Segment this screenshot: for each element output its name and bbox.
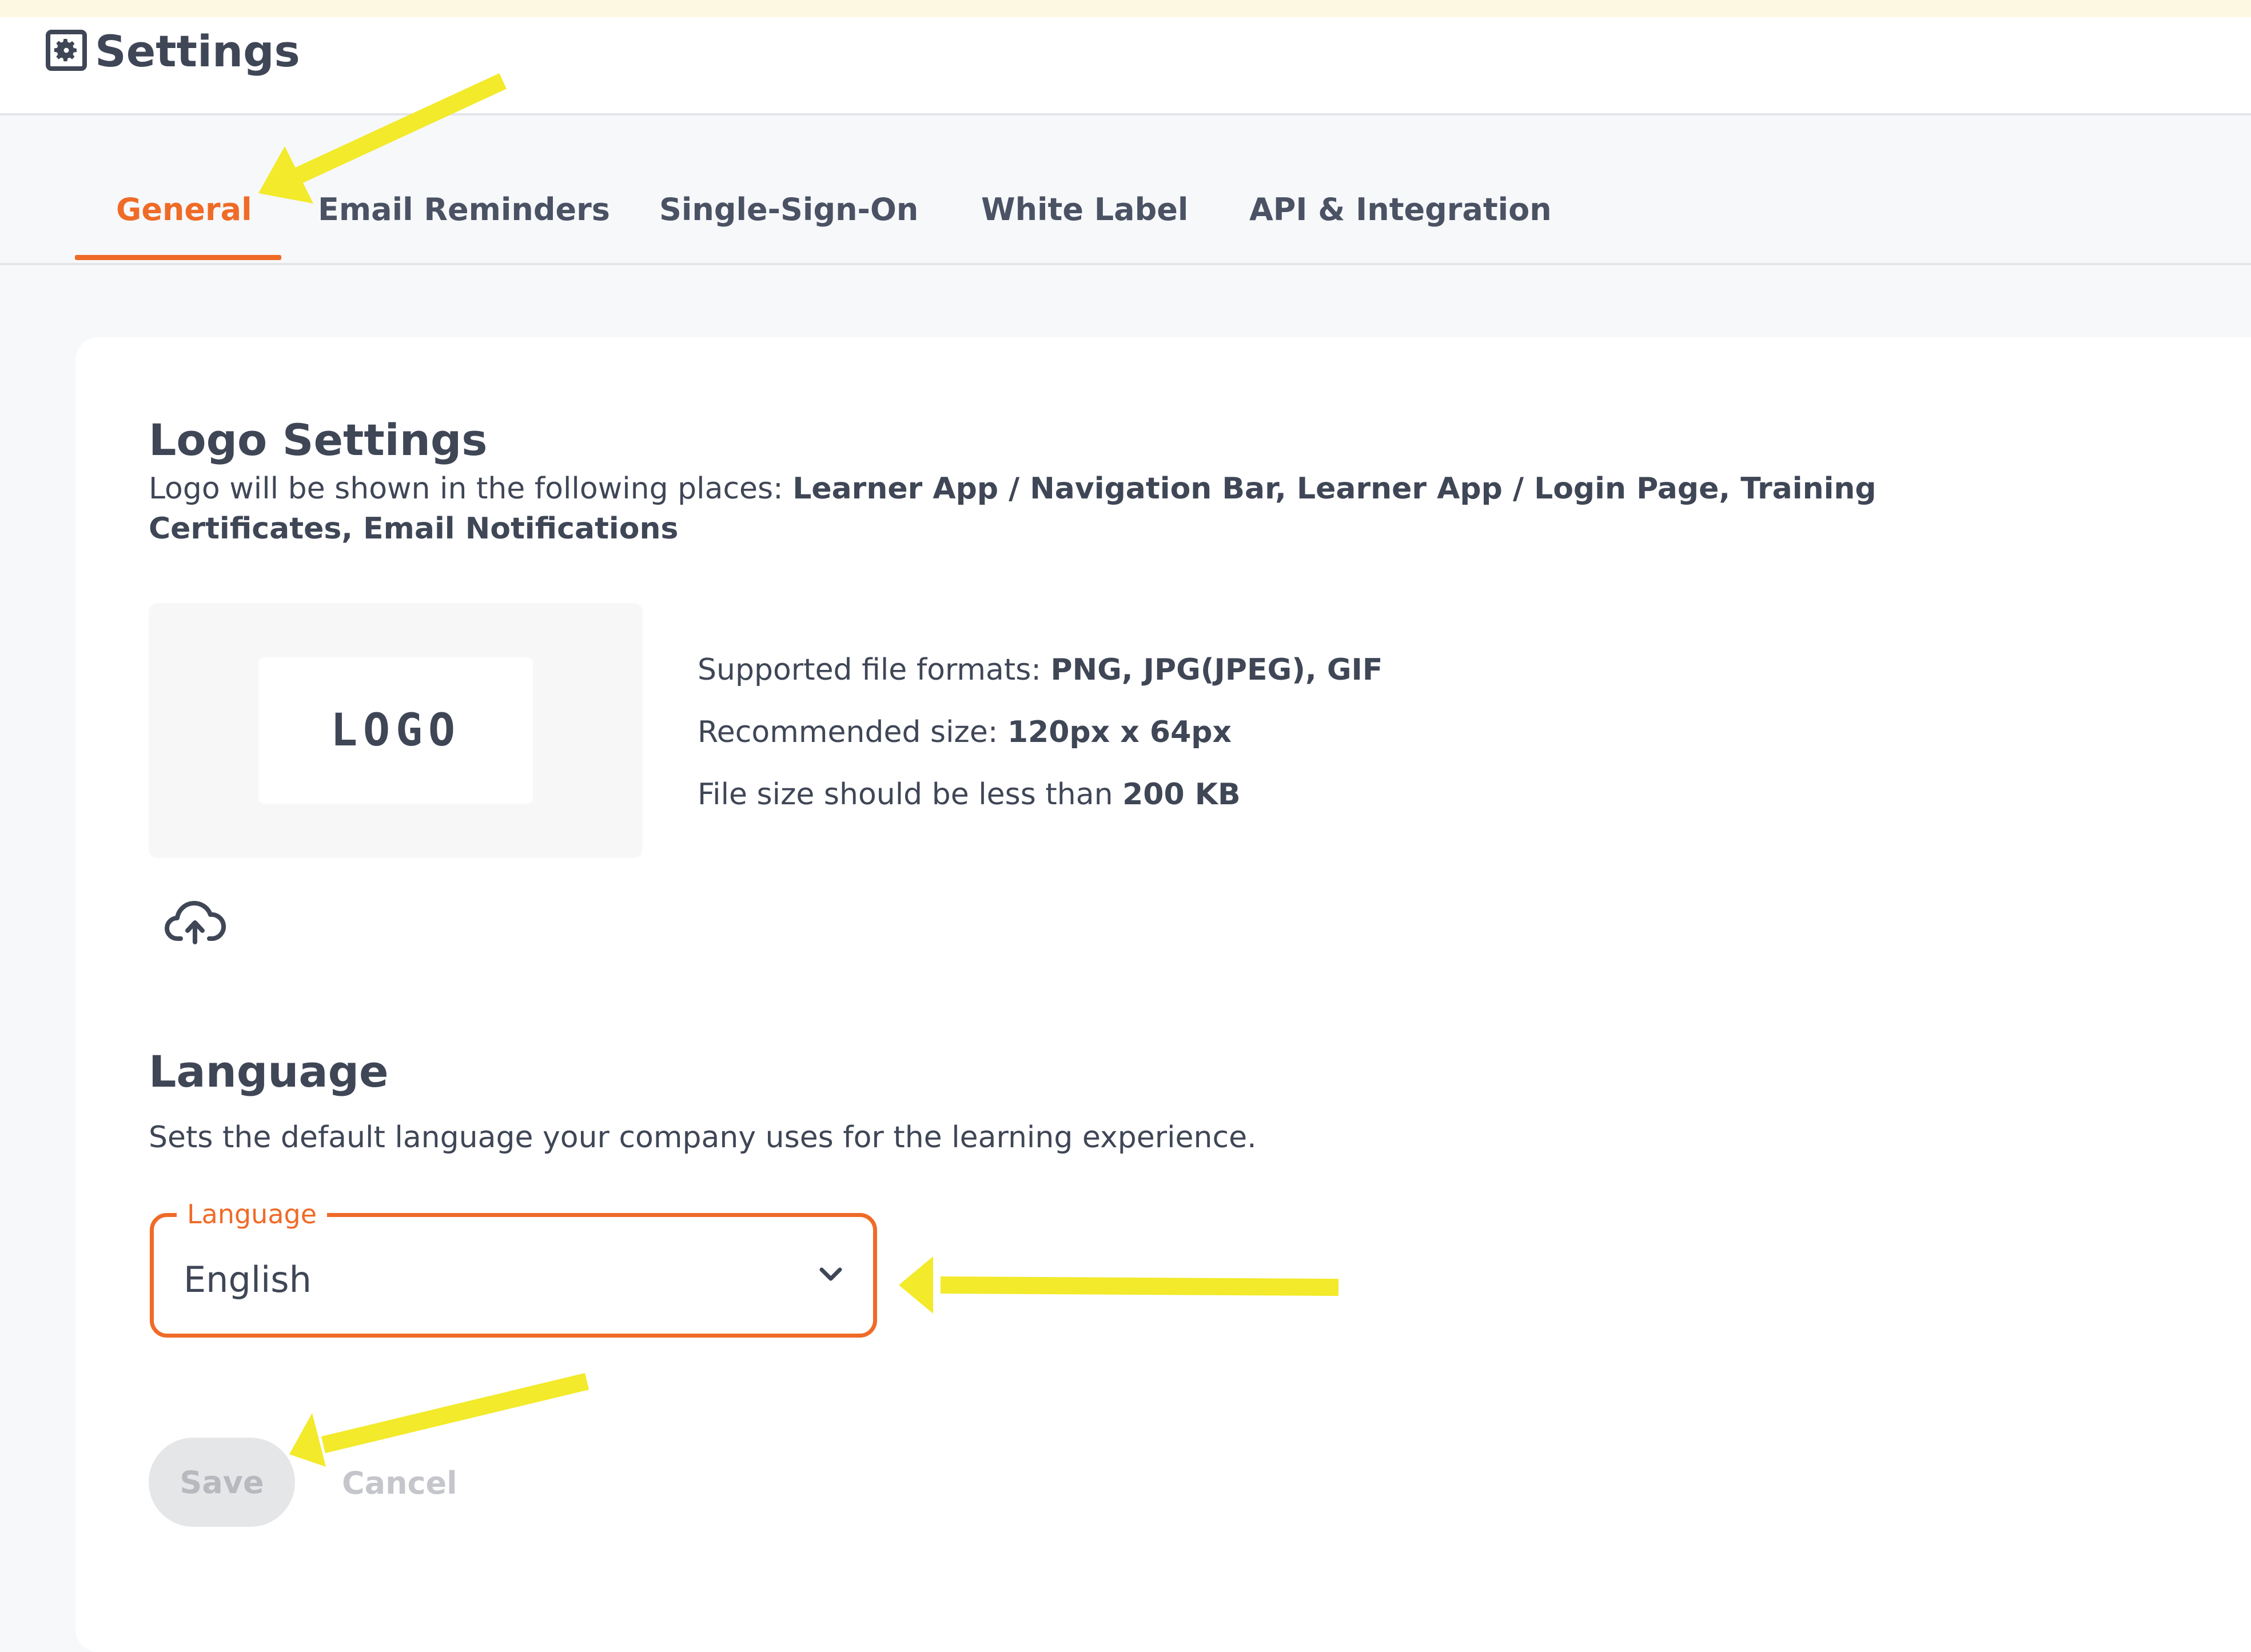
tab-single-sign-on[interactable]: Single-Sign-On: [659, 184, 918, 236]
chevron-down-icon: [814, 1257, 848, 1291]
filesize-label: File size should be less than: [698, 777, 1123, 812]
formats-value: PNG, JPG(JPEG), GIF: [1050, 653, 1383, 687]
logo-preview: LOGO: [149, 603, 643, 858]
logo-settings-description: Logo will be shown in the following plac…: [149, 469, 1877, 509]
formats-label: Supported file formats:: [698, 653, 1051, 687]
top-strip: [0, 0, 2251, 17]
logo-settings-title: Logo Settings: [149, 414, 488, 465]
logo-description-prefix: Logo will be shown in the following plac…: [149, 472, 793, 506]
logo-placeholder-text: LOGO: [330, 705, 461, 756]
language-select[interactable]: Language English: [150, 1194, 877, 1338]
page-header: Settings: [0, 17, 2251, 115]
settings-tabs: General Email Reminders Single-Sign-On W…: [0, 115, 2251, 265]
tab-white-label[interactable]: White Label: [981, 184, 1188, 236]
tab-email-reminders[interactable]: Email Reminders: [318, 184, 610, 236]
supported-formats: Supported file formats: PNG, JPG(JPEG), …: [698, 650, 1383, 690]
cancel-button[interactable]: Cancel: [342, 1461, 457, 1506]
gear-icon: [46, 30, 87, 71]
tab-general[interactable]: General: [116, 184, 252, 236]
tab-api-integration[interactable]: API & Integration: [1249, 184, 1552, 236]
logo-placeholder-frame: LOGO: [258, 657, 533, 804]
language-field-label: Language: [177, 1194, 328, 1234]
language-title: Language: [149, 1046, 389, 1097]
save-button[interactable]: Save: [149, 1438, 295, 1527]
active-tab-indicator: [75, 255, 281, 260]
size-value: 120px x 64px: [1007, 715, 1232, 749]
cloud-upload-icon[interactable]: [164, 897, 226, 949]
filesize-value: 200 KB: [1122, 777, 1241, 812]
logo-settings-description-line2: Certificates, Email Notifications: [149, 509, 678, 549]
file-size-limit: File size should be less than 200 KB: [698, 775, 1241, 815]
logo-places-line2: Certificates, Email Notifications: [149, 512, 679, 546]
language-description: Sets the default language your company u…: [149, 1120, 1257, 1155]
logo-places-line1: Learner App / Navigation Bar, Learner Ap…: [792, 472, 1877, 506]
size-label: Recommended size:: [698, 715, 1007, 749]
recommended-size: Recommended size: 120px x 64px: [698, 712, 1232, 752]
page-title: Settings: [95, 26, 300, 77]
language-selected-value: English: [184, 1259, 312, 1300]
